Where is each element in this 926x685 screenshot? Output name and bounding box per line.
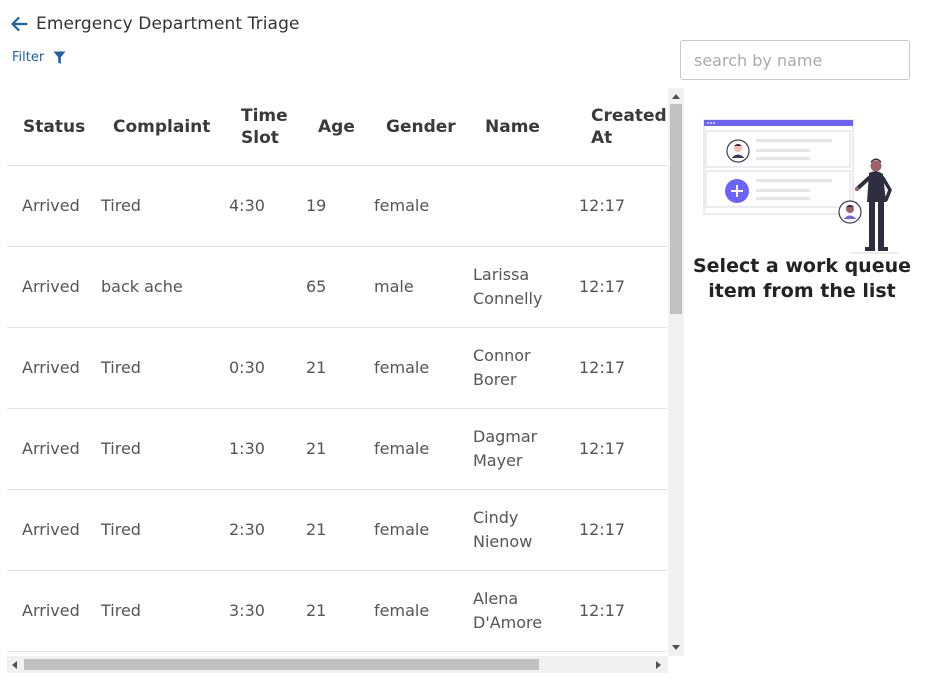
scroll-left-icon[interactable] bbox=[12, 661, 17, 669]
search-input[interactable] bbox=[680, 40, 910, 80]
cell-complaint: Tired bbox=[101, 358, 141, 377]
table-row[interactable]: Arrived Tired 2:30 21 female Cindy Nieno… bbox=[7, 490, 667, 571]
table-body: Arrived Tired 4:30 19 female 12:17 Arriv… bbox=[7, 166, 667, 652]
cell-age: 21 bbox=[306, 358, 327, 377]
cell-age: 65 bbox=[306, 277, 327, 296]
cell-status: Arrived bbox=[22, 196, 80, 215]
cell-complaint: Tired bbox=[101, 601, 141, 620]
column-header-complaint[interactable]: Complaint bbox=[113, 88, 210, 166]
page-title: Emergency Department Triage bbox=[36, 14, 300, 34]
cell-created-at: 12:17 bbox=[579, 439, 626, 458]
cell-gender: female bbox=[374, 196, 430, 215]
cell-created-at: 12:17 bbox=[579, 601, 626, 620]
cell-status: Arrived bbox=[22, 601, 80, 620]
column-header-status[interactable]: Status bbox=[23, 88, 85, 166]
cell-age: 19 bbox=[306, 196, 327, 215]
cell-gender: female bbox=[374, 601, 430, 620]
table-row[interactable]: Arrived Tired 0:30 21 female Connor Bore… bbox=[7, 328, 667, 409]
cell-status: Arrived bbox=[22, 358, 80, 377]
column-header-gender[interactable]: Gender bbox=[386, 88, 456, 166]
cell-created-at: 12:17 bbox=[579, 358, 626, 377]
column-header-age[interactable]: Age bbox=[318, 88, 355, 166]
table-row[interactable]: Arrived back ache 65 male Larissa Connel… bbox=[7, 247, 667, 328]
cell-age: 21 bbox=[306, 601, 327, 620]
table-row[interactable]: Arrived Tired 3:30 21 female Alena D'Amo… bbox=[7, 571, 667, 652]
horizontal-scrollbar[interactable] bbox=[7, 656, 668, 673]
arrow-left-icon[interactable] bbox=[10, 15, 28, 33]
empty-state-message: Select a work queue item from the list bbox=[692, 255, 912, 302]
cell-name: Larissa Connelly bbox=[473, 265, 543, 308]
cell-time-slot: 3:30 bbox=[229, 601, 265, 620]
cell-time-slot: 0:30 bbox=[229, 358, 265, 377]
cell-time-slot: 1:30 bbox=[229, 439, 265, 458]
table-header: Status Complaint Time Slot Age Gender Na… bbox=[7, 88, 667, 166]
cell-gender: female bbox=[374, 439, 430, 458]
cell-status: Arrived bbox=[22, 439, 80, 458]
cell-created-at: 12:17 bbox=[579, 277, 626, 296]
cell-age: 21 bbox=[306, 520, 327, 539]
funnel-icon bbox=[53, 51, 66, 65]
vertical-scroll-thumb[interactable] bbox=[670, 104, 682, 314]
cell-gender: female bbox=[374, 520, 430, 539]
cell-complaint: back ache bbox=[101, 277, 183, 296]
vertical-scrollbar[interactable] bbox=[668, 88, 684, 656]
cell-gender: female bbox=[374, 358, 430, 377]
column-header-time-slot[interactable]: Time Slot bbox=[241, 88, 288, 166]
scroll-up-icon[interactable] bbox=[672, 94, 680, 99]
cell-created-at: 12:17 bbox=[579, 196, 626, 215]
cell-name bbox=[473, 166, 563, 246]
cell-age: 21 bbox=[306, 439, 327, 458]
work-queue-illustration bbox=[700, 116, 900, 256]
cell-status: Arrived bbox=[22, 277, 80, 296]
cell-name: Dagmar Mayer bbox=[473, 427, 538, 470]
cell-complaint: Tired bbox=[101, 520, 141, 539]
cell-complaint: Tired bbox=[101, 439, 141, 458]
filter-button[interactable]: Filter bbox=[12, 50, 66, 65]
table-row[interactable]: Arrived Tired 4:30 19 female 12:17 bbox=[7, 166, 667, 247]
cell-status: Arrived bbox=[22, 520, 80, 539]
cell-name: Connor Borer bbox=[473, 346, 531, 389]
cell-name: Cindy Nienow bbox=[473, 508, 533, 551]
cell-time-slot: 2:30 bbox=[229, 520, 265, 539]
scroll-right-icon[interactable] bbox=[656, 661, 661, 669]
cell-created-at: 12:17 bbox=[579, 520, 626, 539]
cell-gender: male bbox=[374, 277, 414, 296]
column-header-name[interactable]: Name bbox=[485, 88, 540, 166]
horizontal-scroll-thumb[interactable] bbox=[24, 659, 539, 670]
column-header-created-at[interactable]: Created At bbox=[591, 88, 667, 166]
cell-time-slot: 4:30 bbox=[229, 196, 265, 215]
page-header: Emergency Department Triage bbox=[10, 14, 300, 34]
cell-complaint: Tired bbox=[101, 196, 141, 215]
scroll-down-icon[interactable] bbox=[672, 645, 680, 650]
table-row[interactable]: Arrived Tired 1:30 21 female Dagmar Maye… bbox=[7, 409, 667, 490]
filter-label: Filter bbox=[12, 50, 45, 65]
cell-name: Alena D'Amore bbox=[473, 589, 543, 632]
work-queue-table: Status Complaint Time Slot Age Gender Na… bbox=[7, 88, 667, 656]
